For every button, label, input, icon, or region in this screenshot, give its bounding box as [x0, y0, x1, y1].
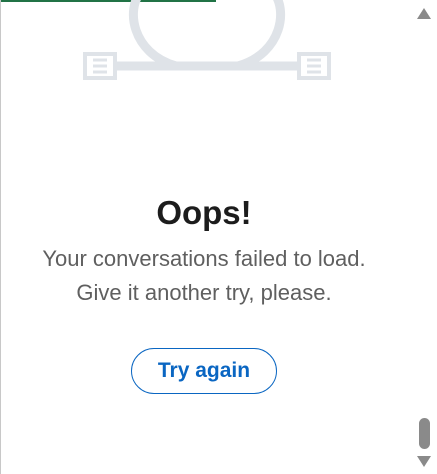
vertical-scrollbar[interactable] [410, 0, 437, 474]
scroll-thumb[interactable] [419, 418, 430, 449]
error-description-line-1: Your conversations failed to load. [42, 246, 366, 271]
try-again-button[interactable]: Try again [131, 348, 277, 394]
disconnected-cable-icon [83, 0, 331, 80]
error-message-block: Oops! Your conversations failed to load.… [1, 188, 407, 394]
error-description: Your conversations failed to load. Give … [1, 242, 407, 310]
scroll-up-arrow-icon[interactable] [417, 8, 431, 19]
conversations-panel: Oops! Your conversations failed to load.… [0, 0, 437, 474]
error-description-line-2: Give it another try, please. [76, 280, 332, 305]
scroll-down-arrow-icon[interactable] [417, 456, 431, 467]
error-title: Oops! [156, 194, 252, 231]
